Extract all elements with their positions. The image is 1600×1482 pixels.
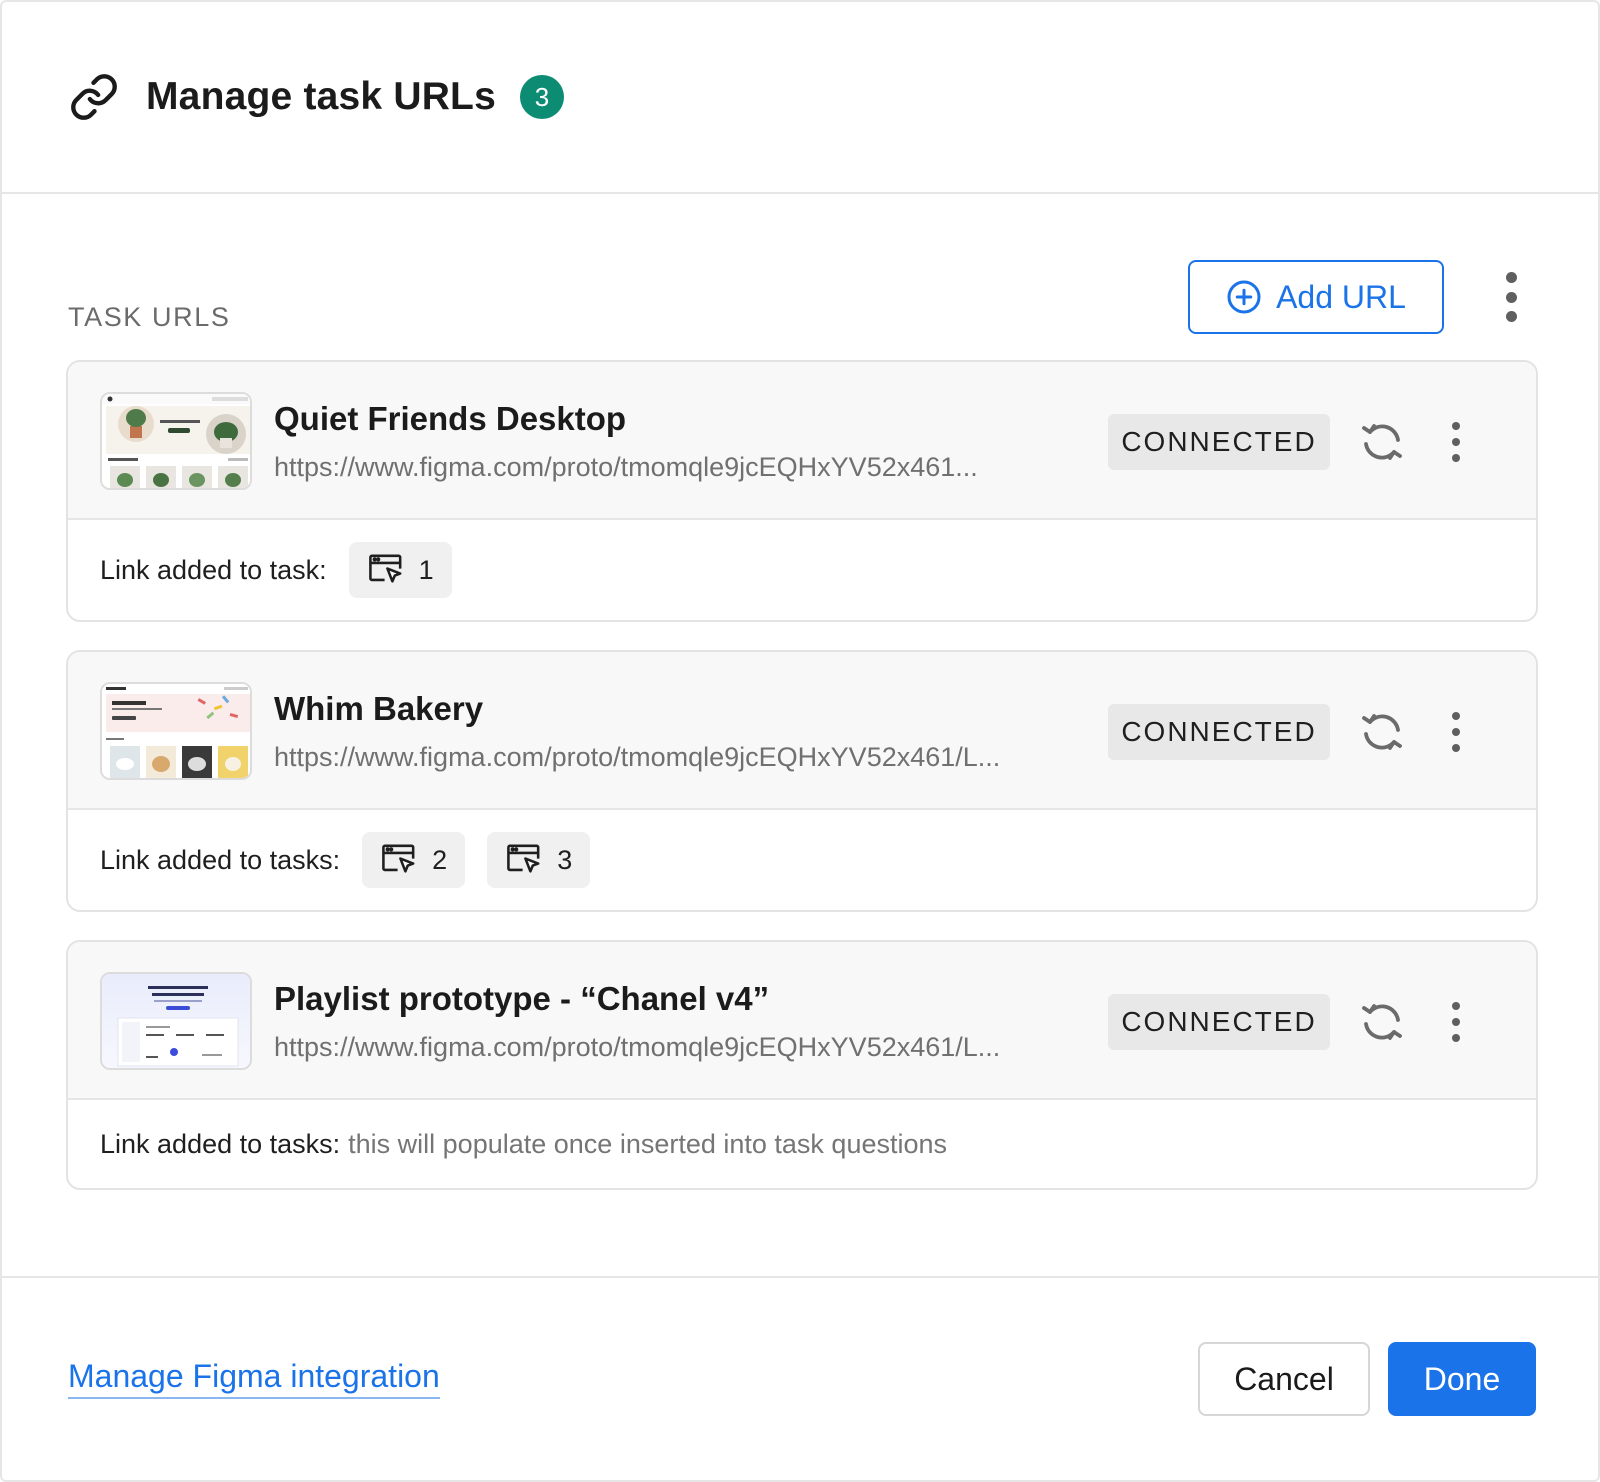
dialog-footer: Manage Figma integration Cancel Done [2, 1276, 1598, 1482]
browser-cursor-icon [507, 844, 540, 873]
dialog-title: Manage task URLs [146, 75, 496, 118]
manage-task-urls-dialog: Manage task URLs 3 TASK URLS Add URL Qui… [0, 0, 1600, 1482]
linked-tasks-row: Link added to tasks: 2 3 [68, 810, 1536, 910]
more-options-icon[interactable] [1444, 422, 1468, 462]
section-more-menu-icon[interactable] [1496, 268, 1526, 326]
url-card-header: Playlist prototype - “Chanel v4” https:/… [68, 942, 1536, 1100]
url-card: Quiet Friends Desktop https://www.figma.… [66, 360, 1538, 622]
dialog-header: Manage task URLs 3 [2, 2, 1598, 194]
manage-figma-integration-link[interactable]: Manage Figma integration [68, 1358, 440, 1399]
url-count-badge: 3 [519, 75, 564, 119]
add-url-button[interactable]: Add URL [1188, 260, 1444, 334]
more-options-icon[interactable] [1444, 712, 1468, 752]
prototype-url: https://www.figma.com/proto/tmomqle9jcEQ… [274, 452, 978, 482]
url-card-header: Quiet Friends Desktop https://www.figma.… [68, 362, 1536, 520]
linked-tasks-label: Link added to tasks: [100, 1128, 341, 1159]
task-number: 1 [418, 554, 434, 585]
more-options-icon[interactable] [1444, 1002, 1468, 1042]
status-badge: CONNECTED [1108, 704, 1330, 760]
status-badge: CONNECTED [1108, 414, 1330, 470]
refresh-icon[interactable] [1358, 418, 1406, 466]
linked-tasks-label: Link added to tasks: [100, 844, 341, 875]
done-button[interactable]: Done [1388, 1342, 1536, 1416]
linked-tasks-row: Link added to tasks: this will populate … [68, 1100, 1536, 1188]
prototype-name: Quiet Friends Desktop [274, 400, 627, 437]
url-card: Playlist prototype - “Chanel v4” https:/… [66, 940, 1538, 1190]
cancel-button[interactable]: Cancel [1198, 1342, 1370, 1416]
browser-cursor-icon [382, 844, 415, 873]
add-url-label: Add URL [1276, 278, 1406, 315]
plus-circle-icon [1227, 280, 1261, 314]
prototype-name: Whim Bakery [274, 690, 484, 727]
refresh-icon[interactable] [1358, 708, 1406, 756]
prototype-thumbnail [100, 682, 252, 780]
task-number: 3 [557, 844, 573, 875]
linked-tasks-placeholder: this will populate once inserted into ta… [348, 1128, 948, 1159]
link-icon [68, 71, 120, 123]
refresh-icon[interactable] [1358, 998, 1406, 1046]
task-chip[interactable]: 3 [487, 832, 591, 888]
prototype-name: Playlist prototype - “Chanel v4” [274, 980, 770, 1017]
url-card: Whim Bakery https://www.figma.com/proto/… [66, 650, 1538, 912]
linked-tasks-row: Link added to task: 1 [68, 520, 1536, 620]
task-number: 2 [432, 844, 448, 875]
prototype-url: https://www.figma.com/proto/tmomqle9jcEQ… [274, 1032, 1001, 1062]
task-chip[interactable]: 2 [362, 832, 466, 888]
browser-cursor-icon [368, 554, 402, 583]
prototype-url: https://www.figma.com/proto/tmomqle9jcEQ… [274, 742, 1001, 772]
prototype-thumbnail [100, 972, 252, 1070]
url-card-header: Whim Bakery https://www.figma.com/proto/… [68, 652, 1536, 810]
linked-tasks-label: Link added to task: [100, 554, 327, 585]
prototype-thumbnail [100, 392, 252, 490]
status-badge: CONNECTED [1108, 994, 1330, 1050]
section-label: TASK URLS [68, 302, 231, 332]
task-urls-section-header: TASK URLS Add URL [68, 260, 1532, 336]
task-chip[interactable]: 1 [348, 542, 452, 598]
